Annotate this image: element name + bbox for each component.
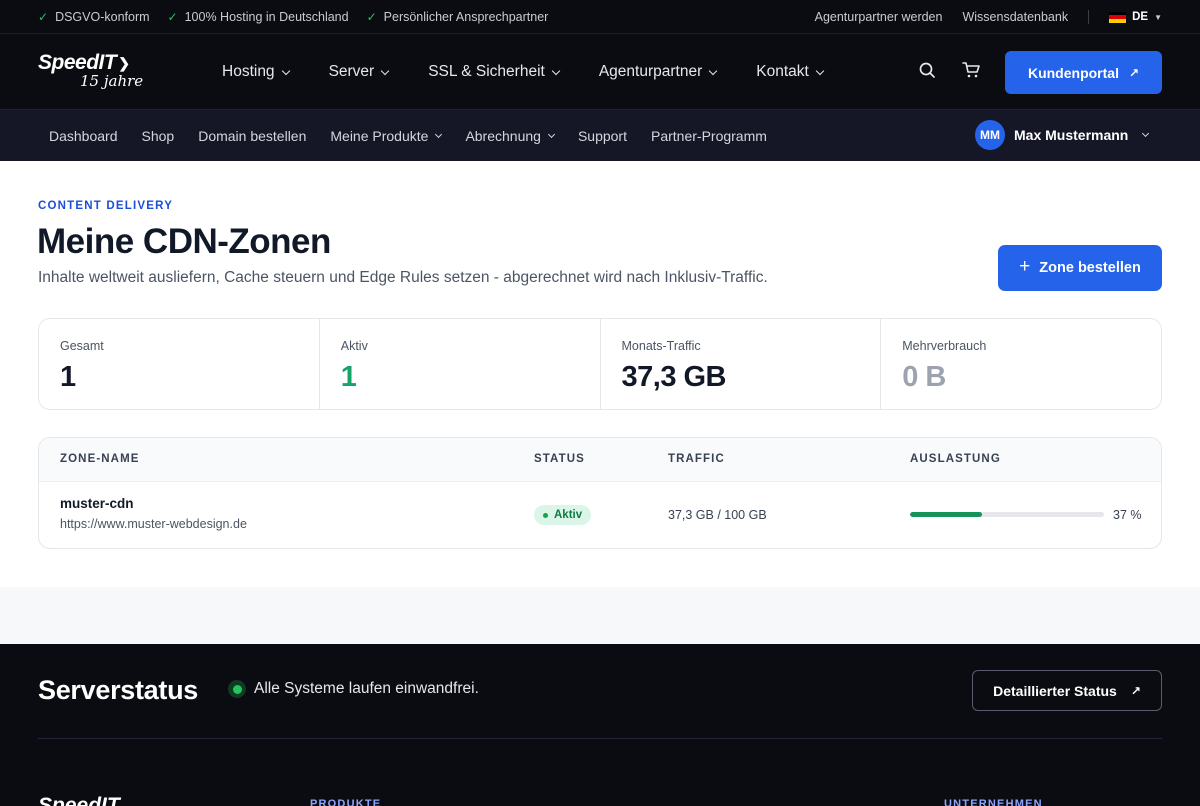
check-icon: ✓ bbox=[38, 10, 49, 24]
chevron-down-icon bbox=[708, 66, 718, 75]
caret-down-icon: ▼ bbox=[1154, 12, 1162, 22]
search-icon[interactable] bbox=[918, 61, 936, 84]
avatar: MM bbox=[975, 120, 1005, 150]
nav-hosting[interactable]: Hosting bbox=[222, 63, 290, 81]
usp-list: ✓ DSGVO-konform ✓ 100% Hosting in Deutschl… bbox=[38, 0, 548, 34]
server-status-title: Serverstatus bbox=[38, 675, 198, 705]
plus-icon: + bbox=[1019, 256, 1031, 277]
status-badge: Aktiv bbox=[534, 505, 592, 525]
zone-traffic: 37,3 GB / 100 GB bbox=[668, 508, 767, 522]
main-nav: Hosting Server SSL & Sicherheit Agenturp… bbox=[222, 34, 825, 110]
knowledge-base-link[interactable]: Wissensdatenbank bbox=[962, 10, 1068, 24]
user-menu[interactable]: MM Max Mustermann bbox=[975, 120, 1150, 150]
usage-progress-bar bbox=[910, 512, 1104, 517]
german-flag-icon bbox=[1109, 11, 1127, 23]
usage-percent: 37 % bbox=[1113, 508, 1142, 522]
footer-column-company-heading: UNTERNEHMEN bbox=[944, 798, 1043, 806]
cart-icon[interactable] bbox=[962, 61, 981, 84]
subnav-shop[interactable]: Shop bbox=[142, 128, 175, 144]
stat-active: Aktiv 1 bbox=[320, 319, 601, 409]
usage-progress-fill bbox=[910, 512, 982, 517]
logo-chevron-icon: ❯ bbox=[118, 55, 130, 71]
check-icon: ✓ bbox=[366, 10, 377, 24]
stats-card: Gesamt 1 Aktiv 1 Monats-Traffic 37,3 GB … bbox=[38, 318, 1162, 410]
usp-item: ✓ DSGVO-konform bbox=[38, 10, 150, 24]
nav-server[interactable]: Server bbox=[329, 63, 390, 81]
stat-monthly-traffic: Monats-Traffic 37,3 GB bbox=[601, 319, 882, 409]
subnav-order-domain[interactable]: Domain bestellen bbox=[198, 128, 306, 144]
usp-item: ✓ Persönlicher Ansprechpartner bbox=[366, 10, 549, 24]
check-icon: ✓ bbox=[167, 10, 178, 24]
main-content: CONTENT DELIVERY Meine CDN-Zonen Inhalte… bbox=[0, 161, 1200, 645]
footer: Serverstatus Alle Systeme laufen einwand… bbox=[0, 644, 1200, 806]
nav-contact[interactable]: Kontakt bbox=[756, 63, 825, 81]
table-header: ZONE-NAME STATUS TRAFFIC AUSLASTUNG bbox=[39, 438, 1161, 482]
divider bbox=[1088, 10, 1090, 24]
footer-logo[interactable]: SpeedIT bbox=[38, 794, 120, 806]
zone-url: https://www.muster-webdesign.de bbox=[60, 517, 247, 531]
page-title: Meine CDN-Zonen bbox=[37, 222, 331, 261]
user-name: Max Mustermann bbox=[1014, 127, 1129, 143]
chevron-down-icon bbox=[435, 130, 443, 138]
chevron-down-icon bbox=[380, 66, 390, 75]
detailed-status-button[interactable]: Detaillierter Status ↗ bbox=[972, 670, 1162, 711]
table-row[interactable]: muster-cdn https://www.muster-webdesign.… bbox=[39, 482, 1161, 548]
language-switcher[interactable]: DE ▼ bbox=[1109, 11, 1162, 23]
chevron-down-icon bbox=[547, 130, 555, 138]
subnav-billing[interactable]: Abrechnung bbox=[465, 128, 555, 144]
logo[interactable]: SpeedIT ❯ 15 jahre bbox=[38, 52, 143, 89]
top-utility-bar: ✓ DSGVO-konform ✓ 100% Hosting in Deutschl… bbox=[0, 0, 1200, 34]
chevron-down-icon bbox=[281, 66, 290, 75]
order-zone-button[interactable]: + Zone bestellen bbox=[998, 245, 1162, 291]
chevron-down-icon bbox=[1142, 129, 1150, 138]
status-led-icon bbox=[228, 680, 246, 698]
customer-portal-button[interactable]: Kundenportal ↗ bbox=[1005, 51, 1162, 94]
column-header-traffic: TRAFFIC bbox=[668, 453, 725, 465]
usp-item: ✓ 100% Hosting in Deutschland bbox=[167, 10, 349, 24]
section-eyebrow: CONTENT DELIVERY bbox=[38, 200, 174, 212]
page-subtitle: Inhalte weltweit ausliefern, Cache steue… bbox=[38, 269, 768, 286]
stat-total: Gesamt 1 bbox=[39, 319, 320, 409]
zones-table: ZONE-NAME STATUS TRAFFIC AUSLASTUNG must… bbox=[38, 437, 1162, 549]
server-status-indicator: Alle Systeme laufen einwandfrei. bbox=[228, 680, 479, 698]
subnav-my-products[interactable]: Meine Produkte bbox=[330, 128, 443, 144]
nav-agency-partner[interactable]: Agenturpartner bbox=[599, 63, 718, 81]
footer-divider bbox=[38, 738, 1162, 739]
chevron-down-icon bbox=[815, 66, 825, 75]
subnav-partner-program[interactable]: Partner-Programm bbox=[651, 128, 767, 144]
column-header-usage: AUSLASTUNG bbox=[910, 453, 1001, 465]
agency-partner-link[interactable]: Agenturpartner werden bbox=[815, 10, 943, 24]
subnav-support[interactable]: Support bbox=[578, 128, 627, 144]
nav-ssl-security[interactable]: SSL & Sicherheit bbox=[428, 63, 561, 81]
status-dot-icon bbox=[543, 512, 548, 518]
zone-name[interactable]: muster-cdn bbox=[60, 496, 134, 511]
chevron-down-icon bbox=[551, 66, 561, 75]
stat-overage: Mehrverbrauch 0 B bbox=[902, 339, 987, 393]
subnav-dashboard[interactable]: Dashboard bbox=[49, 128, 118, 144]
main-header: SpeedIT ❯ 15 jahre Hosting Server SSL & S… bbox=[0, 34, 1200, 110]
column-header-status: STATUS bbox=[534, 453, 585, 465]
footer-column-products-heading: PRODUKTE bbox=[310, 798, 382, 806]
arrow-up-right-icon: ↗ bbox=[1128, 65, 1140, 80]
column-header-zone-name: ZONE-NAME bbox=[60, 453, 140, 465]
arrow-up-right-icon: ↗ bbox=[1130, 683, 1141, 698]
portal-subnav: Dashboard Shop Domain bestellen Meine Pr… bbox=[0, 110, 1200, 161]
